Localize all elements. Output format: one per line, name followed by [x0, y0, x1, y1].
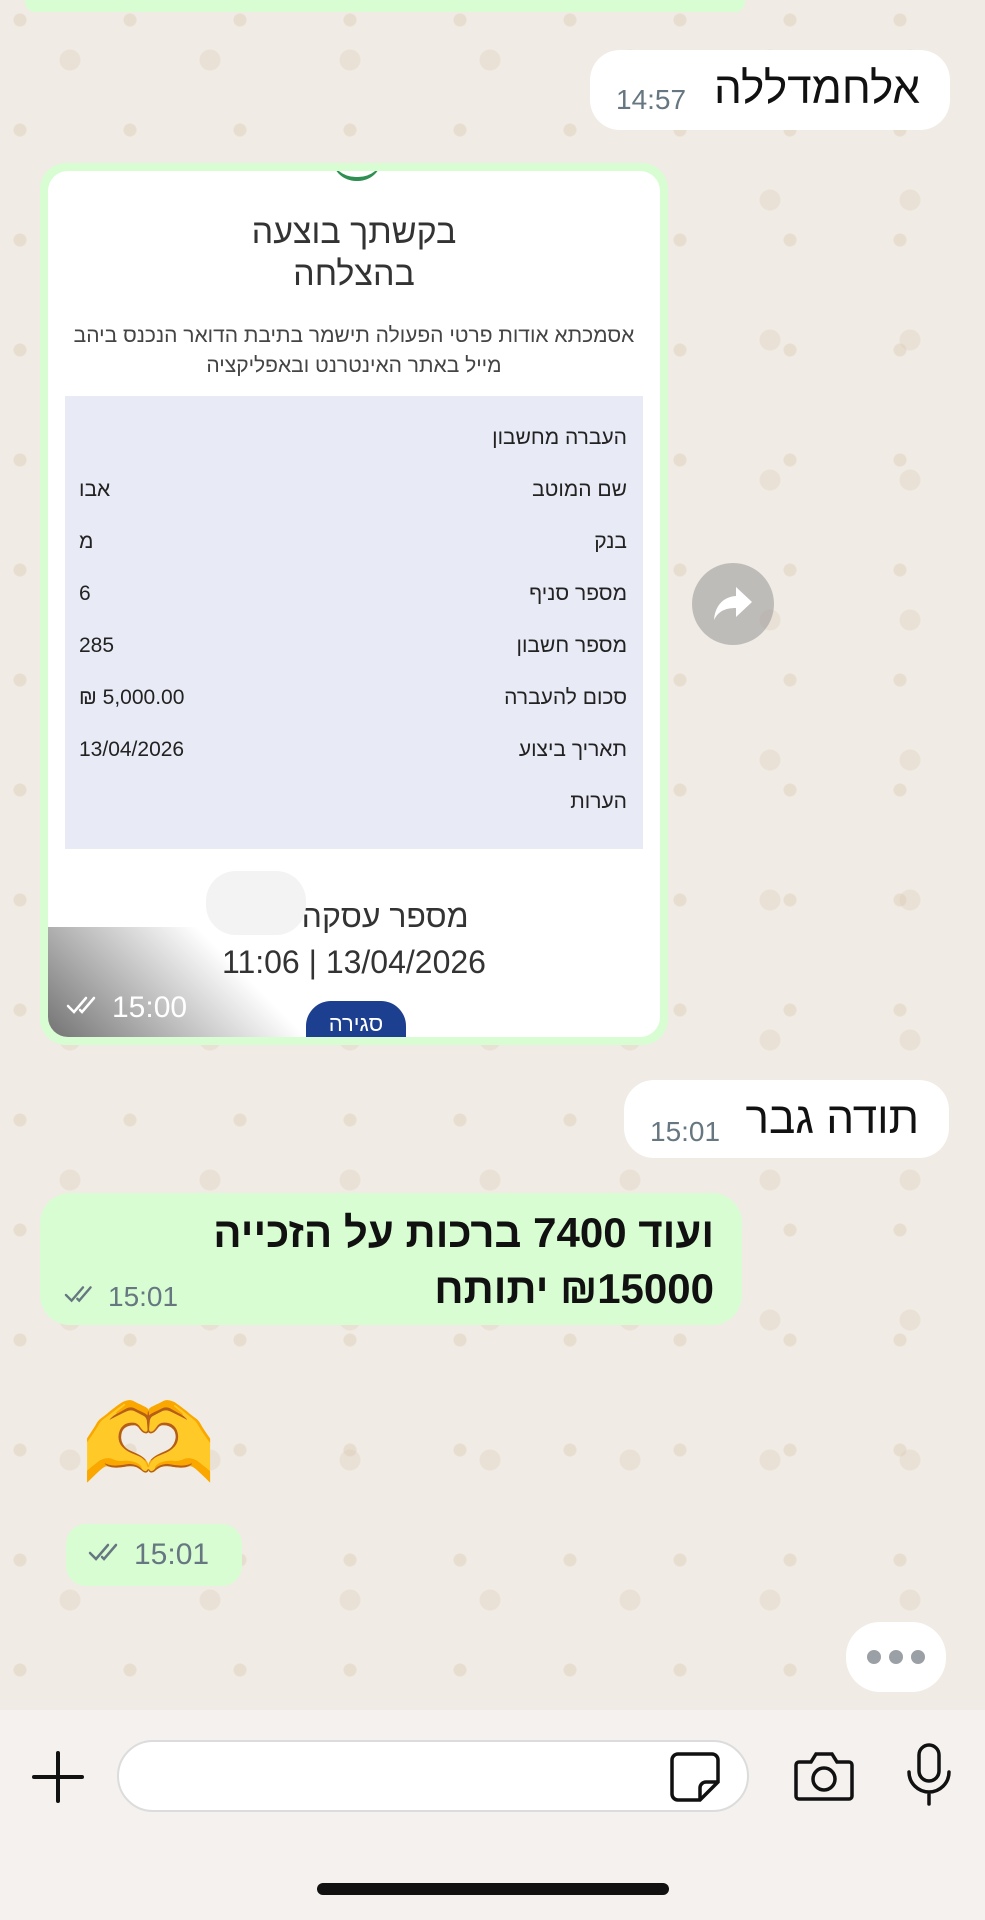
microphone-button[interactable] — [900, 1742, 958, 1808]
plus-icon — [32, 1751, 84, 1803]
message-text: תודה גבר — [745, 1094, 919, 1143]
message-time: 15:01 — [64, 1281, 178, 1313]
typing-indicator — [846, 1622, 946, 1692]
image-message[interactable]: בקשתך בוצעה בהצלחה אסמכתא אודות פרטי הפע… — [40, 163, 668, 1045]
double-check-icon — [66, 991, 106, 1025]
message-time: 15:01 — [650, 1116, 721, 1147]
receipt-note: אסמכתא אודות פרטי הפעולה תישמר בתיבת הדו… — [73, 324, 635, 377]
detail-row: העברה מחשבון — [492, 426, 627, 449]
receipt-title: בקשתך בוצעה בהצלחה — [251, 213, 457, 293]
success-icon — [332, 171, 382, 181]
redaction-blur — [206, 871, 306, 935]
sticker-icon — [670, 1752, 720, 1802]
receipt-close-button: סגירה — [306, 1001, 406, 1037]
home-indicator — [317, 1883, 669, 1895]
detail-row: שם המוטב אבו — [79, 478, 627, 501]
message-time: 14:57 — [616, 84, 687, 115]
forward-icon — [714, 587, 752, 620]
previous-message-edge — [25, 0, 745, 12]
typing-dot — [911, 1650, 925, 1664]
attach-button[interactable] — [28, 1747, 88, 1807]
forward-button[interactable] — [692, 563, 774, 645]
double-check-icon — [88, 1538, 128, 1572]
double-check-icon — [64, 1281, 102, 1313]
incoming-message[interactable]: תודה גבר 15:01 — [624, 1080, 949, 1158]
detail-row: בנק מ — [79, 530, 627, 553]
message-input[interactable] — [117, 1740, 749, 1812]
transfer-details: העברה מחשבון שם המוטב אבו בנק מ מספר סני… — [65, 396, 643, 849]
detail-row: מספר סניף 6 — [79, 582, 627, 605]
microphone-icon — [907, 1743, 951, 1806]
sticker-button[interactable] — [668, 1750, 722, 1804]
receipt-image[interactable]: בקשתך בוצעה בהצלחה אסמכתא אודות פרטי הפע… — [48, 171, 660, 1037]
typing-dot — [867, 1650, 881, 1664]
message-text: אלחמדללה — [714, 64, 920, 113]
chat-background: אלחמדללה 14:57 בקשתך בוצעה בהצלחה אסמכתא… — [0, 0, 985, 1710]
emoji-message[interactable]: 🫶 — [80, 1380, 217, 1510]
detail-row: הערות — [570, 790, 627, 813]
typing-dot — [889, 1650, 903, 1664]
incoming-message[interactable]: אלחמדללה 14:57 — [590, 50, 950, 130]
detail-row: סכום להעברה ₪ 5,000.00 — [79, 686, 627, 709]
emoji-time-bubble: 15:01 — [66, 1524, 242, 1586]
camera-button[interactable] — [793, 1748, 855, 1804]
detail-row: תאריך ביצוע 13/04/2026 — [79, 738, 627, 761]
message-time: 15:00 — [66, 991, 187, 1025]
outgoing-message[interactable]: ועוד 7400 ברכות על הזכייה ₪15000 יתותח 1… — [40, 1193, 742, 1325]
detail-row: מספר חשבון 285 — [79, 634, 627, 657]
camera-icon — [794, 1752, 854, 1801]
message-time: 15:01 — [88, 1538, 209, 1572]
